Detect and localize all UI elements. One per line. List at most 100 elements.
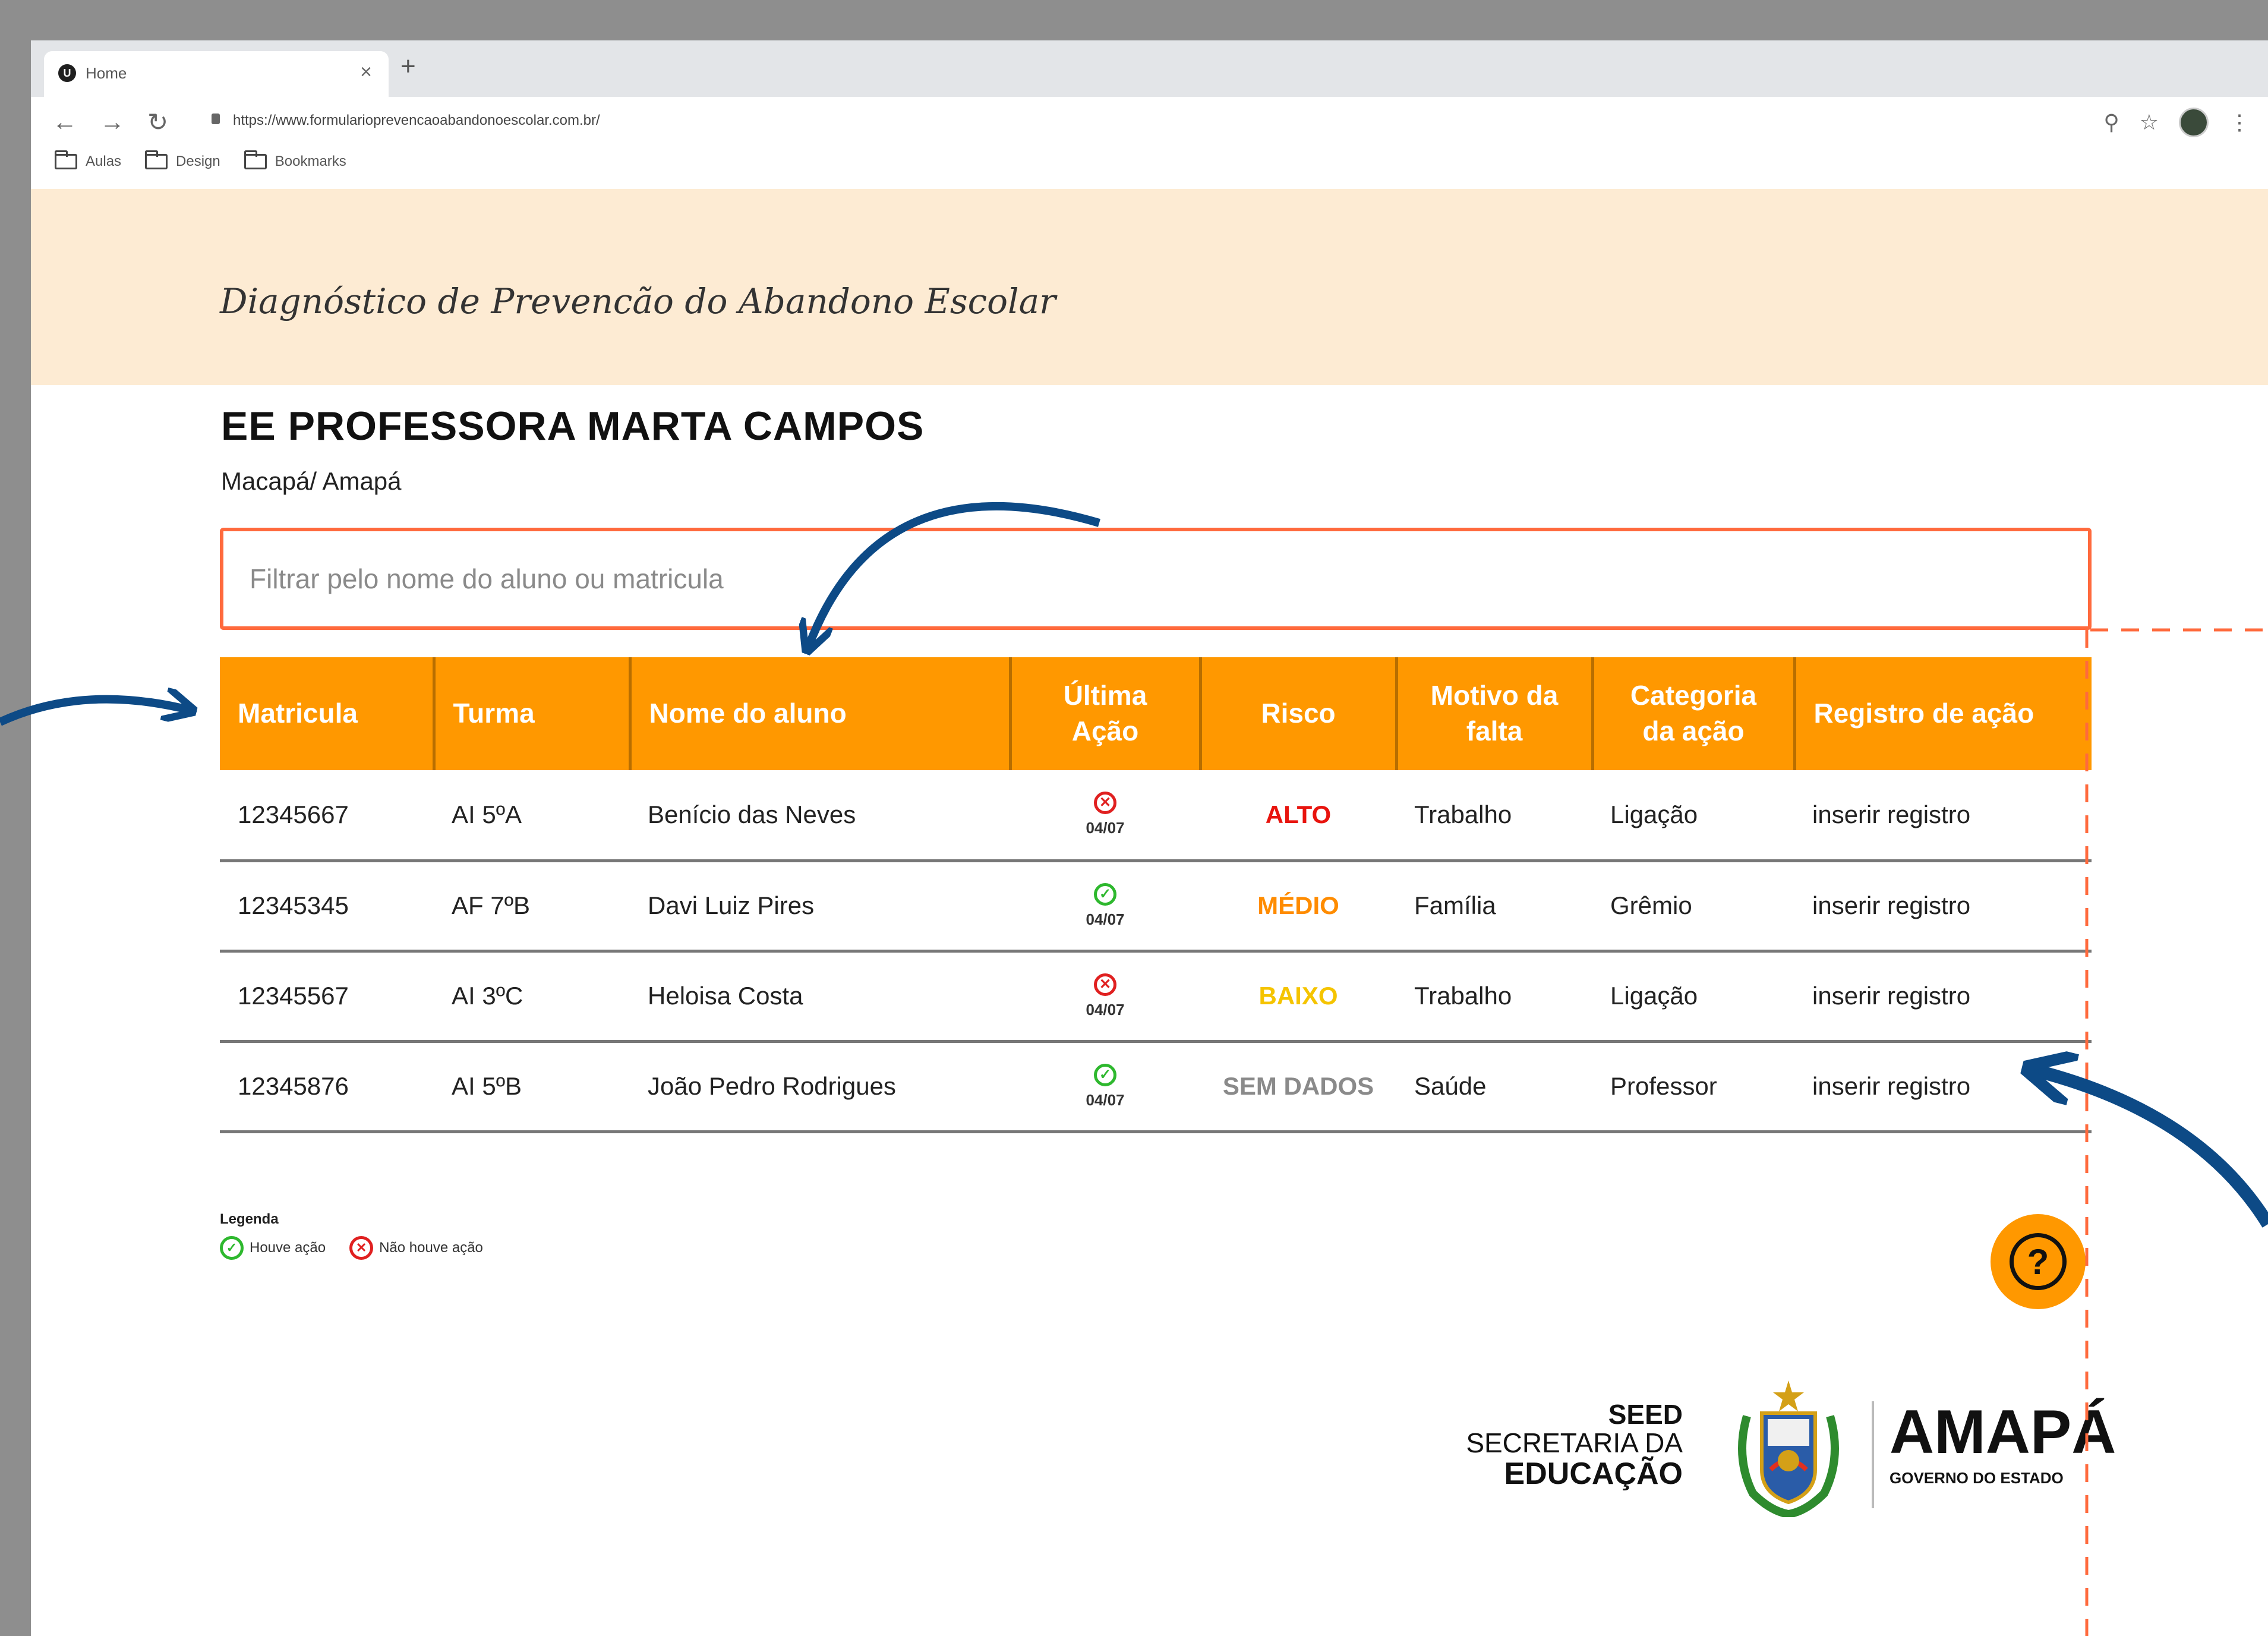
seed-line2: SECRETARIA DA: [1466, 1427, 1683, 1459]
zoom-icon[interactable]: ⚲: [2103, 110, 2119, 135]
favicon-icon: U: [58, 64, 76, 82]
table-header-row: Matricula Turma Nome do aluno Última Açã…: [220, 657, 2092, 770]
cell-nome: João Pedro Rodrigues: [630, 1041, 1010, 1133]
search-input[interactable]: [220, 528, 2092, 630]
cell-turma: AI 5ºB: [434, 1041, 630, 1133]
browser-tab[interactable]: U Home ×: [44, 51, 389, 97]
forward-arrow-icon[interactable]: →: [100, 108, 125, 136]
cell-categoria: Ligação: [1592, 951, 1794, 1043]
cell-categoria: Professor: [1592, 1041, 1794, 1133]
x-circle-icon: ✕: [1094, 792, 1116, 815]
lock-icon: [212, 114, 220, 124]
cell-registro[interactable]: inserir registro: [1794, 770, 2092, 862]
menu-kebab-icon[interactable]: ⋮: [2229, 110, 2250, 135]
cell-motivo: Família: [1396, 860, 1592, 953]
cell-nome: Heloisa Costa: [630, 951, 1010, 1043]
reload-icon[interactable]: ↻: [147, 108, 168, 137]
cell-registro[interactable]: inserir registro: [1794, 860, 2092, 953]
new-tab-button[interactable]: +: [400, 53, 416, 80]
cell-risco: MÉDIO: [1200, 860, 1396, 953]
cell-nome: Davi Luiz Pires: [630, 860, 1010, 953]
cell-matricula: 12345567: [220, 951, 434, 1043]
x-circle-icon: ✕: [1094, 973, 1116, 996]
folder-icon: [244, 150, 267, 169]
legend: Legenda ✓ Houve ação ✕ Não houve ação: [220, 1211, 483, 1260]
cell-risco: ALTO: [1200, 770, 1396, 862]
bookmark-design[interactable]: Design: [145, 150, 220, 170]
folder-icon: [55, 150, 77, 169]
cell-motivo: Saúde: [1396, 1041, 1592, 1133]
seed-line1: SEED: [1608, 1399, 1683, 1430]
cell-nome: Benício das Neves: [630, 770, 1010, 862]
cell-registro[interactable]: inserir registro: [1794, 951, 2092, 1043]
header-registro[interactable]: Registro de ação: [1794, 657, 2092, 770]
check-circle-icon: ✓: [220, 1236, 244, 1260]
tab-bar: U Home × +: [31, 40, 2268, 97]
bookmark-label: Bookmarks: [275, 153, 346, 169]
cell-matricula: 12345345: [220, 860, 434, 953]
amapa-subtitle: GOVERNO DO ESTADO: [1890, 1469, 2064, 1487]
tab-title: Home: [86, 64, 127, 82]
url-field[interactable]: https://www.formularioprevencaoabandonoe…: [209, 109, 2111, 140]
cell-matricula: 12345876: [220, 1041, 434, 1133]
action-date: 04/07: [1086, 819, 1125, 837]
cell-categoria: Ligação: [1592, 770, 1794, 862]
back-arrow-icon[interactable]: ←: [52, 108, 77, 136]
toolbar-icons: ⚲ ☆ ⋮: [2103, 108, 2250, 137]
header-nome[interactable]: Nome do aluno: [630, 657, 1012, 770]
legend-item-houve: ✓ Houve ação: [220, 1236, 326, 1260]
header-matricula[interactable]: Matricula: [220, 657, 436, 770]
bookmark-label: Design: [176, 153, 220, 169]
bookmark-bookmarks[interactable]: Bookmarks: [244, 150, 346, 170]
action-date: 04/07: [1086, 910, 1125, 928]
cell-turma: AI 3ºC: [434, 951, 630, 1043]
cell-risco: BAIXO: [1200, 951, 1396, 1043]
header-ultima-acao[interactable]: Última Ação: [1010, 657, 1202, 770]
action-date: 04/07: [1086, 1000, 1125, 1019]
seed-line3: EDUCAÇÃO: [1504, 1456, 1683, 1491]
legend-title: Legenda: [220, 1211, 279, 1227]
header-risco[interactable]: Risco: [1200, 657, 1398, 770]
cell-ultima-acao: ✕ 04/07: [1010, 770, 1200, 862]
browser-window: U Home × + ← → ↻ https://www.formulariop…: [31, 40, 2268, 1636]
address-bar-row: ← → ↻ https://www.formularioprevencaoaba…: [31, 97, 2268, 162]
cell-ultima-acao: ✓ 04/07: [1010, 860, 1200, 953]
bookmark-label: Aulas: [86, 153, 122, 169]
cell-motivo: Trabalho: [1396, 951, 1592, 1043]
app-header: Diagnóstico de Prevencão do Abandono Esc…: [31, 189, 2268, 385]
header-categoria[interactable]: Categoria da ação: [1592, 657, 1796, 770]
legend-item-nao-houve: ✕ Não houve ação: [349, 1236, 483, 1260]
table-row[interactable]: 12345345 AF 7ºB Davi Luiz Pires ✓ 04/07 MÉDIO…: [220, 860, 2092, 953]
cell-turma: AF 7ºB: [434, 860, 630, 953]
cell-motivo: Trabalho: [1396, 770, 1592, 862]
logo-divider: [1872, 1401, 1874, 1508]
amapa-logo: AMAPÁ GOVERNO DO ESTADO: [1890, 1401, 2116, 1487]
bookmarks-bar: Aulas Design Bookmarks: [55, 150, 346, 170]
cell-ultima-acao: ✓ 04/07: [1010, 1041, 1200, 1133]
bookmark-star-icon[interactable]: ☆: [2140, 110, 2159, 135]
table-row[interactable]: 12345567 AI 3ºC Heloisa Costa ✕ 04/07 BAIXO Tr…: [220, 951, 2092, 1043]
x-circle-icon: ✕: [349, 1236, 374, 1260]
cell-categoria: Grêmio: [1592, 860, 1794, 953]
cell-risco: SEM DADOS: [1200, 1041, 1396, 1133]
header-motivo[interactable]: Motivo da falta: [1396, 657, 1594, 770]
profile-avatar[interactable]: [2179, 108, 2209, 137]
action-date: 04/07: [1086, 1090, 1125, 1109]
cell-turma: AI 5ºA: [434, 770, 630, 862]
check-circle-icon: ✓: [1094, 1063, 1116, 1086]
header-turma[interactable]: Turma: [434, 657, 632, 770]
table-row[interactable]: 12345876 AI 5ºB João Pedro Rodrigues ✓ 04/07…: [220, 1041, 2092, 1133]
help-button[interactable]: ?: [1991, 1214, 2086, 1309]
bookmark-aulas[interactable]: Aulas: [55, 150, 122, 170]
cell-ultima-acao: ✕ 04/07: [1010, 951, 1200, 1043]
amapa-name: AMAPÁ: [1890, 1398, 2116, 1467]
table-row[interactable]: 12345667 AI 5ºA Benício das Neves ✕ 04/07 ALT…: [220, 770, 2092, 862]
legend-label: Houve ação: [250, 1240, 326, 1256]
students-table: Matricula Turma Nome do aluno Última Açã…: [220, 657, 2092, 1133]
app-title: Diagnóstico de Prevencão do Abandono Esc…: [220, 281, 1056, 321]
question-icon: ?: [2010, 1233, 2067, 1290]
seed-logo: SEED SECRETARIA DA EDUCAÇÃO: [1380, 1400, 1683, 1490]
url-text: https://www.formularioprevencaoabandonoe…: [233, 112, 600, 128]
tab-close-icon[interactable]: ×: [360, 61, 372, 84]
cell-registro[interactable]: inserir registro: [1794, 1041, 2092, 1133]
